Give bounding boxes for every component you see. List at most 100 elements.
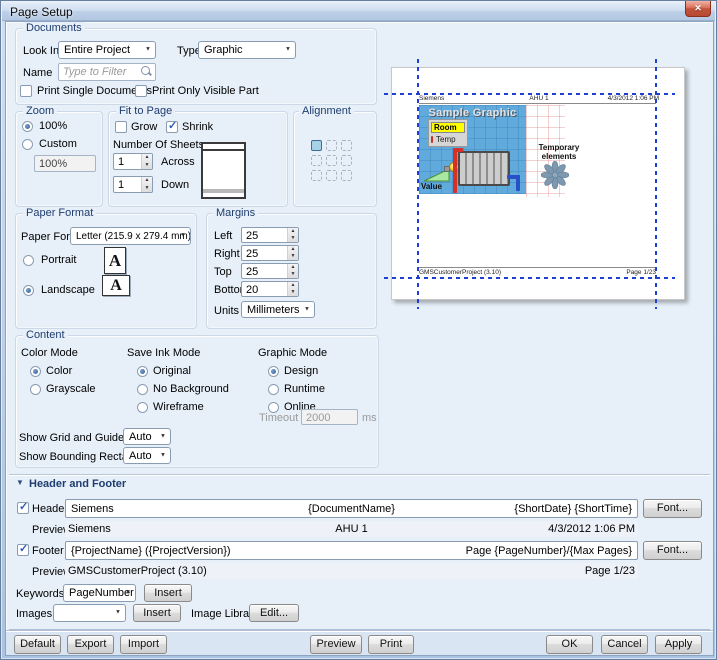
images-combobox[interactable]: ▼ bbox=[53, 604, 126, 622]
print-single-documents-checkbox[interactable] bbox=[20, 85, 32, 97]
zoom-group-label: Zoom bbox=[23, 105, 57, 117]
margin-right-spinner[interactable]: 25 ▲▼ bbox=[241, 245, 299, 261]
radiator-icon bbox=[458, 151, 510, 186]
color-mode-label: Color Mode bbox=[21, 347, 78, 359]
wireframe-radio[interactable] bbox=[137, 402, 148, 413]
shrink-checkbox[interactable]: ✓ bbox=[166, 121, 178, 133]
header-template-input[interactable]: Siemens {DocumentName} {ShortDate} {Shor… bbox=[65, 499, 638, 518]
keywords-insert-button[interactable]: Insert bbox=[144, 584, 192, 602]
chevron-down-icon: ▼ bbox=[304, 306, 310, 312]
print-only-visible-part-checkbox[interactable] bbox=[135, 85, 147, 97]
landscape-icon: A bbox=[102, 275, 130, 296]
preview-button[interactable]: Preview bbox=[310, 635, 362, 654]
chevron-down-icon: ▼ bbox=[180, 233, 186, 239]
temporary-elements-label: Temporary elements bbox=[529, 143, 589, 161]
footer-font-button[interactable]: Font... bbox=[643, 541, 702, 560]
spin-up-icon[interactable]: ▲ bbox=[142, 154, 152, 162]
footer-left-template: {ProjectName} ({ProjectVersion}) bbox=[71, 545, 352, 557]
footer-template-input[interactable]: {ProjectName} ({ProjectVersion}) Page {P… bbox=[65, 541, 638, 560]
close-button[interactable]: ✕ bbox=[685, 1, 711, 17]
alignment-cell-top-right[interactable] bbox=[341, 140, 352, 151]
color-radio[interactable] bbox=[30, 366, 41, 377]
show-grid-combobox[interactable]: Auto ▼ bbox=[123, 428, 171, 445]
spin-down-icon[interactable]: ▼ bbox=[288, 253, 298, 260]
sheets-across-spinner[interactable]: 1 ▲▼ bbox=[113, 153, 153, 170]
print-button[interactable]: Print bbox=[368, 635, 414, 654]
preview-header-row: Siemens AHU 1 4/3/2012 1:06 PM bbox=[419, 95, 659, 102]
timeout-input[interactable]: 2000 bbox=[301, 409, 358, 425]
keywords-combobox[interactable]: PageNumber ▼ bbox=[63, 584, 136, 602]
zoom-custom-input[interactable]: 100% bbox=[34, 155, 96, 172]
room-widget: Room Temp bbox=[428, 119, 468, 147]
spin-up-icon[interactable]: ▲ bbox=[142, 177, 152, 185]
export-button[interactable]: Export bbox=[67, 635, 114, 654]
header-checkbox[interactable]: ✓ bbox=[17, 502, 29, 514]
zoom-custom-radio[interactable] bbox=[22, 139, 33, 150]
portrait-radio[interactable] bbox=[23, 255, 34, 266]
look-in-combobox[interactable]: Entire Project ▼ bbox=[58, 41, 156, 59]
title-bar[interactable]: Page Setup bbox=[2, 2, 715, 21]
import-button[interactable]: Import bbox=[120, 635, 167, 654]
type-combobox[interactable]: Graphic ▼ bbox=[198, 41, 296, 59]
original-radio[interactable] bbox=[137, 366, 148, 377]
landscape-radio[interactable] bbox=[23, 285, 34, 296]
preview-footer-row: GMSCustomerProject (3.10) Page 1/23 bbox=[419, 269, 656, 276]
zoom-100-radio[interactable] bbox=[22, 121, 33, 132]
spin-down-icon[interactable]: ▼ bbox=[288, 289, 298, 296]
alignment-cell-middle-left[interactable] bbox=[311, 155, 322, 166]
chevron-down-icon: ▼ bbox=[160, 433, 166, 439]
spin-up-icon[interactable]: ▲ bbox=[288, 228, 298, 235]
alignment-cell-bottom-left[interactable] bbox=[311, 170, 322, 181]
number-of-sheets-label: Number Of Sheets bbox=[113, 139, 204, 151]
design-radio[interactable] bbox=[268, 366, 279, 377]
alignment-cell-bottom-right[interactable] bbox=[341, 170, 352, 181]
image-library-edit-button[interactable]: Edit... bbox=[249, 604, 299, 622]
show-grid-value: Auto bbox=[129, 431, 152, 443]
zoom-100-label: 100% bbox=[39, 120, 67, 132]
page-setup-dialog: Page Setup ✕ Documents Look In Entire Pr… bbox=[0, 0, 717, 660]
show-bounding-combobox[interactable]: Auto ▼ bbox=[123, 447, 171, 464]
ok-button[interactable]: OK bbox=[546, 635, 593, 654]
grayscale-radio[interactable] bbox=[30, 384, 41, 395]
grow-checkbox[interactable] bbox=[115, 121, 127, 133]
spin-up-icon[interactable]: ▲ bbox=[288, 246, 298, 253]
documents-group-label: Documents bbox=[23, 22, 85, 34]
margin-bottom-spinner[interactable]: 20 ▲▼ bbox=[241, 281, 299, 297]
expander-icon[interactable]: ▼ bbox=[16, 478, 24, 487]
content-group-label: Content bbox=[23, 329, 68, 341]
header-label: Header bbox=[32, 503, 68, 515]
margin-top-spinner[interactable]: 25 ▲▼ bbox=[241, 263, 299, 279]
alignment-cell-middle-right[interactable] bbox=[341, 155, 352, 166]
units-value: Millimeters bbox=[247, 304, 300, 316]
portrait-icon-glyph: A bbox=[109, 251, 121, 270]
landscape-label: Landscape bbox=[41, 284, 95, 296]
spin-up-icon[interactable]: ▲ bbox=[288, 264, 298, 271]
units-combobox[interactable]: Millimeters ▼ bbox=[241, 301, 315, 318]
alignment-cell-top-left[interactable] bbox=[311, 140, 322, 151]
cancel-button[interactable]: Cancel bbox=[601, 635, 648, 654]
spin-down-icon[interactable]: ▼ bbox=[142, 185, 152, 193]
images-insert-button[interactable]: Insert bbox=[133, 604, 181, 622]
paper-form-combobox[interactable]: Letter (215.9 x 279.4 mm) ▼ bbox=[70, 227, 191, 245]
alignment-cell-middle-center[interactable] bbox=[326, 155, 337, 166]
shrink-label: Shrink bbox=[182, 121, 213, 133]
header-right-template: {ShortDate} {ShortTime} bbox=[445, 503, 632, 515]
header-font-button[interactable]: Font... bbox=[643, 499, 702, 518]
alignment-cell-bottom-center[interactable] bbox=[326, 170, 337, 181]
name-label: Name bbox=[23, 67, 52, 79]
spin-down-icon[interactable]: ▼ bbox=[142, 162, 152, 170]
alignment-cell-top-center[interactable] bbox=[326, 140, 337, 151]
search-icon[interactable] bbox=[141, 66, 152, 77]
header-footer-section-title[interactable]: Header and Footer bbox=[29, 478, 126, 490]
spin-up-icon[interactable]: ▲ bbox=[288, 282, 298, 289]
no-background-radio[interactable] bbox=[137, 384, 148, 395]
runtime-radio[interactable] bbox=[268, 384, 279, 395]
margin-left-spinner[interactable]: 25 ▲▼ bbox=[241, 227, 299, 243]
sheets-down-spinner[interactable]: 1 ▲▼ bbox=[113, 176, 153, 193]
spin-down-icon[interactable]: ▼ bbox=[288, 235, 298, 242]
spin-down-icon[interactable]: ▼ bbox=[288, 271, 298, 278]
default-button[interactable]: Default bbox=[14, 635, 61, 654]
portrait-icon: A bbox=[104, 247, 126, 274]
apply-button[interactable]: Apply bbox=[655, 635, 702, 654]
footer-checkbox[interactable]: ✓ bbox=[17, 544, 29, 556]
